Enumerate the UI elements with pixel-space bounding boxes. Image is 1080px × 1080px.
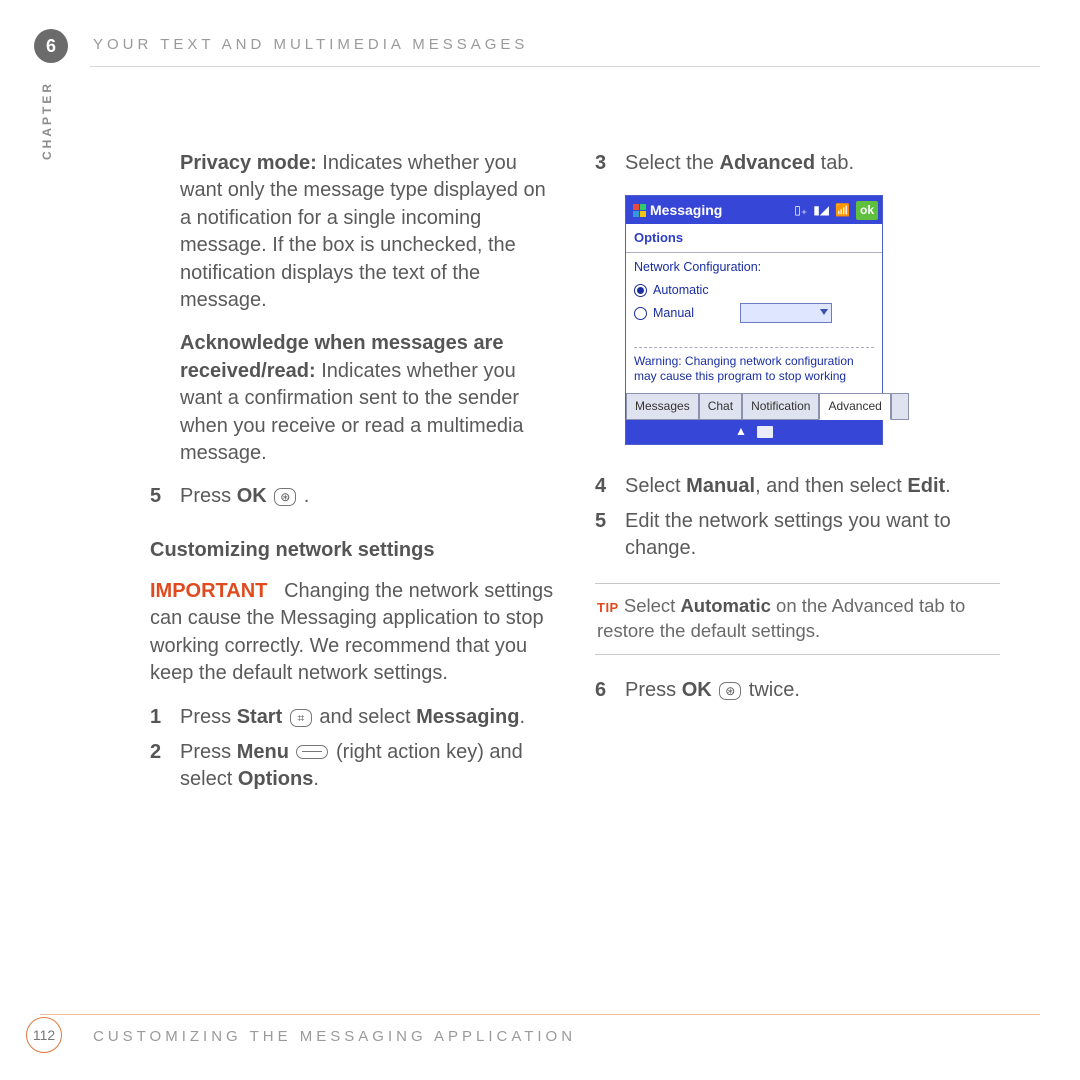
step-5b-body: Edit the network settings you want to ch… <box>625 508 1000 563</box>
step-4-edit: Edit <box>907 475 945 497</box>
step-2-pre: Press <box>180 741 237 763</box>
screenshot-bottombar: ▲ <box>626 420 882 444</box>
screenshot-titlebar: Messaging ▯₊ ▮◢ 📶 ok <box>626 196 882 224</box>
step-3: 3 Select the Advanced tab. <box>595 150 1000 177</box>
step-3-post: tab. <box>815 152 854 174</box>
important-block: IMPORTANT Changing the network settings … <box>150 578 555 688</box>
chapter-side-label: CHAPTER <box>40 81 54 160</box>
step-2-number: 2 <box>150 739 180 794</box>
step-4-post: . <box>945 475 951 497</box>
step-6-post: twice. <box>743 679 800 701</box>
radio-manual[interactable]: Manual <box>634 303 874 323</box>
step-3-advanced: Advanced <box>720 152 816 174</box>
ok-button[interactable]: ok <box>856 201 878 219</box>
left-column: Privacy mode: Indicates whether you want… <box>150 150 555 802</box>
page-number: 112 <box>26 1017 62 1053</box>
action-key-icon <box>296 745 328 759</box>
step-1-mid: and select <box>314 706 416 728</box>
step-3-number: 3 <box>595 150 625 177</box>
step-2-menu: Menu <box>237 741 289 763</box>
radio-automatic-label: Automatic <box>653 282 709 299</box>
step-5: 5 Press OK ⊛ . <box>150 483 555 510</box>
radio-manual-label: Manual <box>653 305 694 322</box>
chapter-number-badge: 6 <box>34 29 68 63</box>
tab-notification[interactable]: Notification <box>742 393 819 419</box>
step-4: 4 Select Manual, and then select Edit. <box>595 473 1000 500</box>
screenshot-tabs: Messages Chat Notification Advanced <box>626 393 882 419</box>
step-1-post: . <box>519 706 525 728</box>
header-divider <box>90 66 1040 67</box>
tab-spacer <box>891 393 909 419</box>
step-5b-number: 5 <box>595 508 625 563</box>
radio-dot-selected-icon <box>634 284 647 297</box>
right-column: 3 Select the Advanced tab. Messaging ▯₊ … <box>595 150 1000 712</box>
ok-icon: ⊛ <box>719 682 741 700</box>
tip-label: TIP <box>597 600 619 615</box>
running-head: YOUR TEXT AND MULTIMEDIA MESSAGES <box>93 36 528 53</box>
step-5b: 5 Edit the network settings you want to … <box>595 508 1000 563</box>
step-4-manual: Manual <box>686 475 755 497</box>
step-5-pre: Press <box>180 485 237 507</box>
important-label: IMPORTANT <box>150 580 267 602</box>
step-6-number: 6 <box>595 677 625 704</box>
privacy-mode-body: Indicates whether you want only the mess… <box>180 152 546 311</box>
tab-chat[interactable]: Chat <box>699 393 742 419</box>
acknowledge-paragraph: Acknowledge when messages are received/r… <box>180 330 555 467</box>
start-icon: ⌗ <box>290 709 312 727</box>
step-1-start: Start <box>237 706 283 728</box>
windows-flag-icon <box>632 203 646 217</box>
antenna-icon: ▮◢ <box>813 202 829 218</box>
signal-icon: ▯₊ <box>794 202 807 218</box>
privacy-mode-paragraph: Privacy mode: Indicates whether you want… <box>180 150 555 314</box>
tip-pre: Select <box>619 595 681 616</box>
step-1-number: 1 <box>150 704 180 731</box>
step-5-number: 5 <box>150 483 180 510</box>
radio-automatic[interactable]: Automatic <box>634 282 874 299</box>
step-3-pre: Select the <box>625 152 720 174</box>
footer-text: CUSTOMIZING THE MESSAGING APPLICATION <box>93 1028 576 1045</box>
tab-messages[interactable]: Messages <box>626 393 699 419</box>
step-4-pre: Select <box>625 475 686 497</box>
tab-advanced[interactable]: Advanced <box>819 393 890 419</box>
screenshot-app-title: Messaging <box>650 201 722 220</box>
step-2: 2 Press Menu (right action key) and sele… <box>150 739 555 794</box>
footer-divider <box>40 1014 1040 1015</box>
keyboard-icon[interactable] <box>757 426 773 438</box>
step-6-ok: OK <box>682 679 712 701</box>
step-5-ok: OK <box>237 485 267 507</box>
step-2-options: Options <box>238 768 314 790</box>
step-1: 1 Press Start ⌗ and select Messaging. <box>150 704 555 731</box>
step-1-pre: Press <box>180 706 237 728</box>
volume-icon: 📶 <box>835 202 850 218</box>
network-config-label: Network Configuration: <box>634 259 874 276</box>
step-1-messaging: Messaging <box>416 706 519 728</box>
step-2-post: . <box>313 768 319 790</box>
step-6: 6 Press OK ⊛ twice. <box>595 677 1000 704</box>
screenshot-panel-title: Options <box>626 224 882 253</box>
up-arrow-icon[interactable]: ▲ <box>735 423 747 439</box>
manual-dropdown[interactable] <box>740 303 832 323</box>
step-4-mid: , and then select <box>755 475 907 497</box>
radio-dot-icon <box>634 307 647 320</box>
step-4-number: 4 <box>595 473 625 500</box>
screenshot-messaging-options: Messaging ▯₊ ▮◢ 📶 ok Options Network Con… <box>625 195 883 444</box>
step-6-pre: Press <box>625 679 682 701</box>
screenshot-warning: Warning: Changing network configuration … <box>634 347 874 383</box>
tip-automatic: Automatic <box>680 595 770 616</box>
ok-icon: ⊛ <box>274 488 296 506</box>
subhead-customizing: Customizing network settings <box>150 537 555 564</box>
tip-box: TIP Select Automatic on the Advanced tab… <box>595 583 1000 655</box>
step-5-post: . <box>298 485 309 507</box>
privacy-mode-lead: Privacy mode: <box>180 152 317 174</box>
